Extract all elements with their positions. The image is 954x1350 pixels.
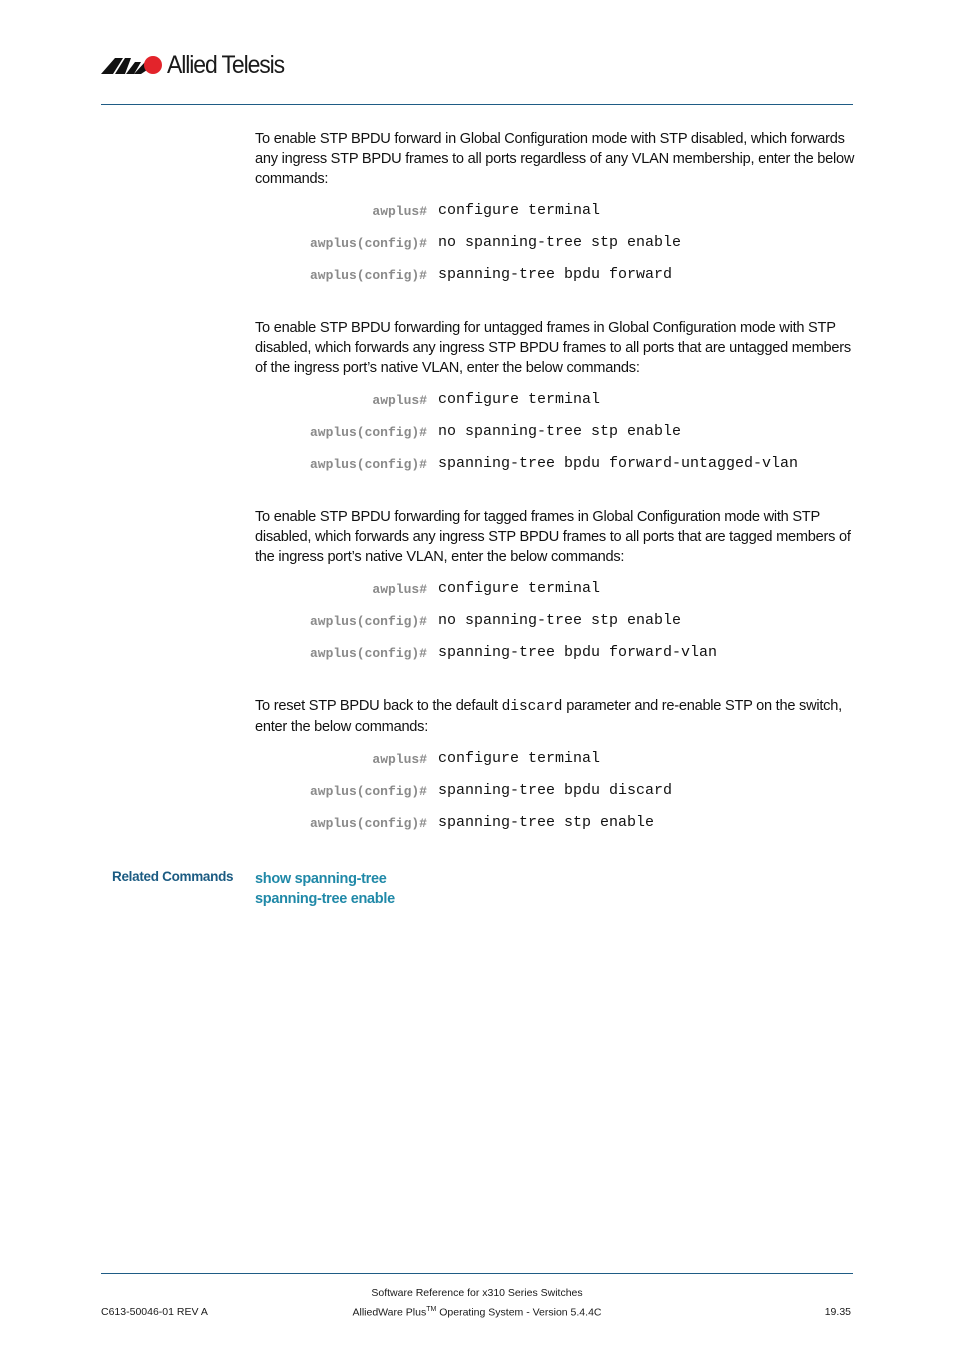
command-text: configure terminal: [438, 202, 601, 219]
command-prompt: awplus#: [372, 204, 427, 219]
command-line: awplus# configure terminal: [255, 198, 855, 230]
command-prompt: awplus#: [372, 582, 427, 597]
command-line: awplus# configure terminal: [255, 387, 855, 419]
footer-title: Software Reference for x310 Series Switc…: [371, 1287, 583, 1299]
command-line: awplus# configure terminal: [255, 576, 855, 608]
footer-page-number: 19.35: [824, 1306, 851, 1318]
link-spanning-tree-enable[interactable]: spanning-tree enable: [255, 889, 395, 909]
related-commands-label: Related Commands: [112, 869, 234, 884]
command-prompt: awplus(config)#: [309, 784, 427, 799]
os-name: AlliedWare Plus: [352, 1306, 427, 1319]
brand-name: Allied Telesis: [167, 51, 285, 79]
section-paragraph: To enable STP BPDU forward in Global Con…: [255, 131, 855, 187]
command-text: spanning-tree bpdu forward-vlan: [438, 644, 718, 661]
command-block: awplus# configure terminal awplus(config…: [255, 576, 855, 672]
example-section: To reset STP BPDU back to the default di…: [255, 696, 855, 842]
command-block: awplus# configure terminal awplus(config…: [255, 746, 855, 842]
command-text: spanning-tree stp enable: [438, 814, 655, 831]
command-line: awplus# configure terminal: [255, 746, 855, 778]
command-prompt: awplus(config)#: [309, 236, 427, 251]
command-line: awplus(config)# no spanning-tree stp ena…: [255, 230, 855, 262]
example-section: To enable STP BPDU forward in Global Con…: [255, 129, 855, 294]
header-divider: [101, 104, 853, 105]
command-text: no spanning-tree stp enable: [438, 234, 682, 251]
section-paragraph: To enable STP BPDU forwarding for untagg…: [255, 320, 851, 376]
command-prompt: awplus(config)#: [309, 268, 427, 283]
command-line: awplus(config)# no spanning-tree stp ena…: [255, 608, 855, 640]
section-paragraph: To reset STP BPDU back to the default di…: [255, 696, 855, 737]
command-prompt: awplus(config)#: [309, 457, 427, 472]
footer-divider: [101, 1273, 853, 1274]
os-version: Operating System - Version 5.4.4C: [436, 1306, 602, 1319]
example-section: To enable STP BPDU forwarding for tagged…: [255, 507, 855, 672]
command-text: no spanning-tree stp enable: [438, 423, 682, 440]
command-line: awplus(config)# no spanning-tree stp ena…: [255, 419, 855, 451]
command-text: spanning-tree bpdu discard: [438, 782, 673, 799]
command-block: awplus# configure terminal awplus(config…: [255, 198, 855, 294]
allied-telesis-logo-icon: [101, 56, 162, 74]
command-text: spanning-tree bpdu forward: [438, 266, 673, 283]
command-text: configure terminal: [438, 750, 601, 767]
command-prompt: awplus(config)#: [309, 425, 427, 440]
brand-logo: Allied Telesis: [101, 50, 294, 80]
command-block: awplus# configure terminal awplus(config…: [255, 387, 855, 483]
command-prompt: awplus#: [372, 752, 427, 767]
related-commands-links: show spanning-tree spanning-tree enable: [255, 869, 395, 909]
command-line: awplus(config)# spanning-tree bpdu forwa…: [255, 451, 855, 483]
inline-code-discard: discard: [501, 699, 563, 715]
trademark: TM: [426, 1306, 437, 1313]
command-prompt: awplus(config)#: [309, 816, 427, 831]
command-prompt: awplus(config)#: [309, 614, 427, 629]
command-line: awplus(config)# spanning-tree stp enable: [255, 810, 855, 842]
command-text: configure terminal: [438, 391, 601, 408]
command-line: awplus(config)# spanning-tree bpdu forwa…: [255, 262, 855, 294]
command-prompt: awplus(config)#: [309, 646, 427, 661]
footer-doc-id: C613-50046-01 REV A: [101, 1306, 208, 1318]
command-line: awplus(config)# spanning-tree bpdu disca…: [255, 778, 855, 810]
command-line: awplus(config)# spanning-tree bpdu forwa…: [255, 640, 855, 672]
command-text: no spanning-tree stp enable: [438, 612, 682, 629]
command-text: configure terminal: [438, 580, 601, 597]
paragraph-text: To reset STP BPDU back to the default: [255, 698, 502, 714]
command-prompt: awplus#: [372, 393, 427, 408]
link-show-spanning-tree[interactable]: show spanning-tree: [255, 869, 395, 889]
section-paragraph: To enable STP BPDU forwarding for tagged…: [255, 509, 851, 565]
example-section: To enable STP BPDU forwarding for untagg…: [255, 318, 855, 483]
command-text: spanning-tree bpdu forward-untagged-vlan: [438, 455, 799, 472]
